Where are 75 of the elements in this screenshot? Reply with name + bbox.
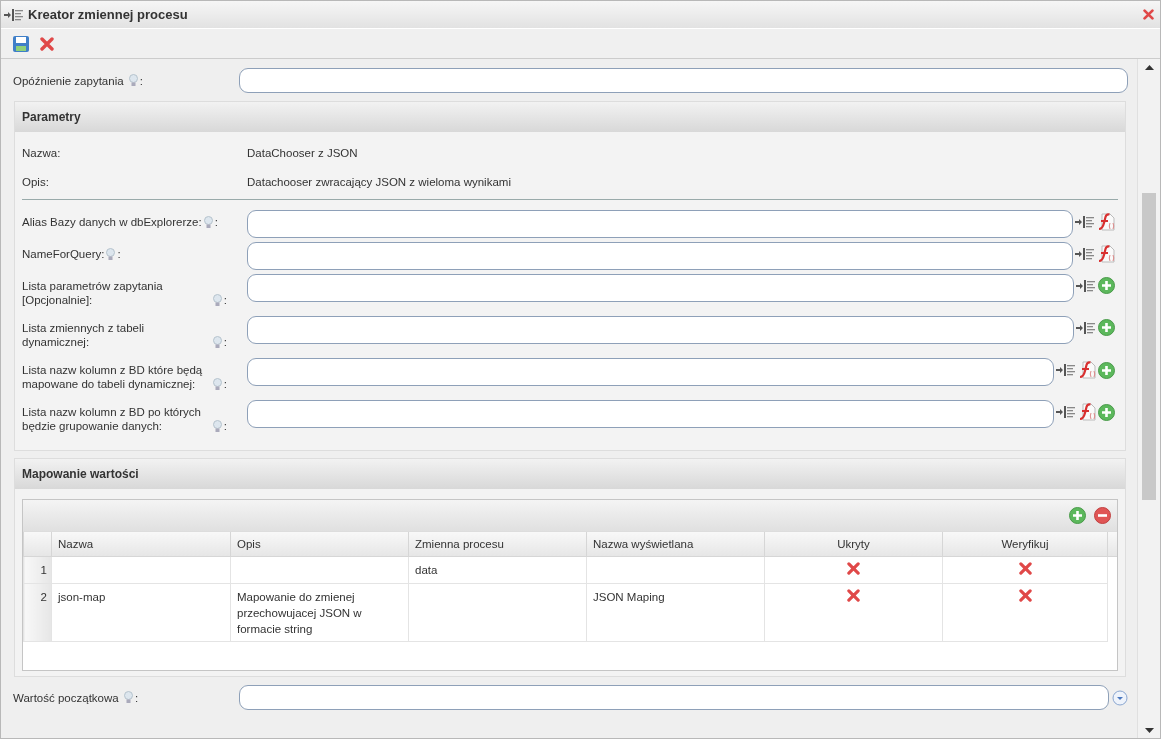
field-label: Lista zmiennych z tabeli dynamicznej: (22, 321, 146, 349)
table-cell: JSON Maping (586, 583, 765, 642)
label-colon: : (139, 75, 143, 87)
table-cell: data (408, 556, 587, 584)
insert-list-icon (4, 7, 24, 22)
section-header: Parametry (15, 102, 1125, 132)
field-label: Opóźnienie zapytania (13, 75, 124, 87)
add-icon[interactable] (1098, 361, 1115, 379)
scroll-down-icon[interactable] (1144, 728, 1154, 733)
add-icon[interactable] (1098, 403, 1115, 421)
lightbulb-icon[interactable] (212, 420, 222, 433)
label-colon: : (223, 377, 227, 391)
text-field[interactable] (247, 400, 1054, 428)
text-field[interactable] (239, 68, 1128, 93)
function-icon[interactable] (1078, 361, 1096, 379)
label-colon: : (223, 293, 227, 307)
add-icon[interactable] (1098, 277, 1115, 294)
insert-list-icon[interactable] (1056, 363, 1076, 377)
function-icon[interactable] (1078, 403, 1096, 421)
insert-list-icon[interactable] (1075, 247, 1095, 261)
window-title: Kreator zmiennej procesu (28, 7, 189, 22)
add-icon[interactable] (1069, 507, 1086, 524)
table-cell: json-map (51, 583, 231, 642)
scrollbar-thumb[interactable] (1142, 193, 1156, 500)
column-header[interactable]: Nazwa wyświetlana (586, 532, 765, 557)
info-value: Datachooser zwracający JSON z wieloma wynikami (247, 175, 511, 188)
field-label: Lista parametrów zapytania [Opcjonalnie]: (22, 279, 164, 307)
label-colon: : (134, 692, 139, 704)
field-label: Wartość początkowa (13, 692, 119, 704)
lightbulb-icon[interactable] (128, 74, 138, 87)
insert-list-icon[interactable] (1076, 278, 1096, 293)
cancel-icon[interactable] (40, 36, 54, 51)
function-icon[interactable] (1097, 213, 1115, 231)
field-label: Lista nazw kolumn z BD po których będzie grupowanie danych: (22, 405, 202, 433)
info-label: Opis: (22, 175, 50, 188)
column-header[interactable]: Nazwa (51, 532, 231, 557)
text-field[interactable] (247, 316, 1074, 344)
insert-list-icon[interactable] (1076, 320, 1096, 335)
field-label: NameForQuery: (22, 247, 105, 261)
lightbulb-icon[interactable] (106, 248, 116, 261)
text-field[interactable] (247, 358, 1054, 386)
info-value: DataChooser z JSON (247, 146, 358, 159)
insert-list-icon[interactable] (1075, 215, 1095, 229)
column-header[interactable]: Opis (230, 532, 409, 557)
save-icon[interactable] (12, 34, 30, 53)
field-label: Alias Bazy danych w dbExplorerze: (22, 215, 202, 229)
column-header[interactable]: Ukryty (764, 532, 943, 557)
close-icon[interactable] (1143, 9, 1154, 20)
dropdown-icon[interactable] (1112, 689, 1128, 706)
label-colon: : (117, 247, 121, 261)
text-field[interactable] (247, 242, 1073, 270)
lightbulb-icon[interactable] (212, 294, 222, 307)
lightbulb-icon[interactable] (123, 691, 133, 704)
scroll-up-icon[interactable] (1144, 65, 1154, 70)
label-colon: : (214, 215, 218, 229)
field-label: Lista nazw kolumn z BD które będą mapowane do tabeli dynamicznej: (22, 363, 204, 391)
lightbulb-icon[interactable] (203, 216, 213, 229)
lightbulb-icon[interactable] (212, 336, 222, 349)
insert-list-icon[interactable] (1056, 405, 1076, 419)
label-colon: : (223, 419, 227, 433)
label-colon: : (223, 335, 227, 349)
column-header[interactable]: Zmienna procesu (408, 532, 587, 557)
column-header[interactable]: Weryfikuj (942, 532, 1108, 557)
text-field[interactable] (247, 274, 1074, 302)
lightbulb-icon[interactable] (212, 378, 222, 391)
function-icon[interactable] (1097, 245, 1115, 263)
text-field[interactable] (239, 685, 1109, 710)
remove-icon[interactable] (1094, 507, 1111, 524)
table-cell: Mapowanie do zmienej przechowujacej JSON w formacie string (230, 583, 409, 642)
row-number: 1 (23, 556, 52, 584)
text-field[interactable] (247, 210, 1073, 238)
add-icon[interactable] (1098, 319, 1115, 336)
section-header: Mapowanie wartości (15, 459, 1125, 489)
info-label: Nazwa: (22, 146, 62, 159)
row-number: 2 (23, 583, 52, 642)
